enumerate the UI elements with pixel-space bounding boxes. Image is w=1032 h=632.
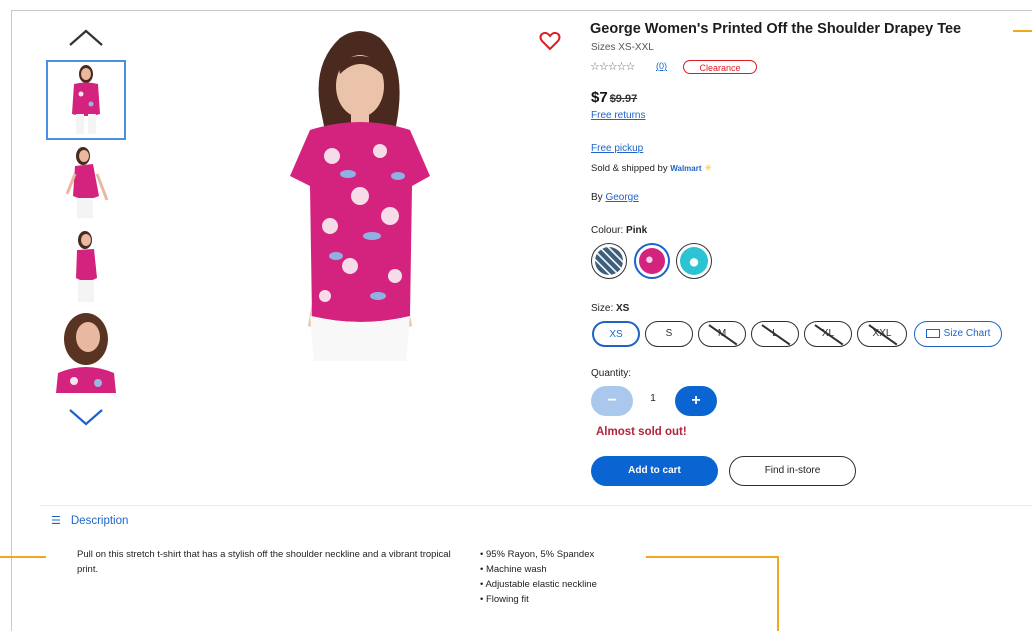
bullet-item: Machine wash (480, 562, 597, 577)
size-chart-label: Size Chart (943, 328, 991, 339)
list-icon: ☰ (51, 515, 61, 527)
spark-icon: ✳ (704, 163, 713, 174)
size-xs-label: XS (609, 329, 623, 340)
current-price: $7 (591, 89, 608, 106)
clearance-badge: Clearance (683, 60, 757, 74)
sizes-range: Sizes XS-XXL (591, 42, 654, 53)
swatch-navy[interactable] (591, 243, 627, 279)
size-s-label: S (665, 328, 673, 339)
quantity-decrease-button[interactable]: − (591, 386, 633, 416)
product-title: George Women's Printed Off the Shoulder … (590, 21, 962, 37)
ruler-icon (925, 328, 940, 338)
rating-stars[interactable]: ☆☆☆☆☆ (590, 60, 635, 73)
size-label-text: Size: (591, 303, 614, 314)
size-l[interactable]: L (751, 321, 799, 347)
quantity-label: Quantity: (591, 368, 632, 379)
thumbnail-2[interactable] (46, 142, 126, 222)
bullet-item: Flowing fit (480, 592, 597, 607)
callout-line-description (0, 556, 46, 558)
swatch-turquoise[interactable] (676, 243, 712, 279)
callout-line-title (1013, 30, 1032, 32)
walmart-logo: Walmart (670, 164, 702, 173)
old-price: $9.97 (609, 93, 638, 105)
brand-link[interactable]: George (605, 192, 638, 203)
thumbnail-1[interactable] (46, 60, 126, 140)
quantity-increase-button[interactable]: + (675, 386, 717, 416)
review-count-link[interactable]: (0) (656, 61, 667, 71)
size-m[interactable]: M (698, 321, 746, 347)
free-pickup-link[interactable]: Free pickup (591, 143, 643, 154)
callout-line-bullets (646, 556, 779, 558)
description-heading: Description (70, 515, 129, 527)
sold-by: Sold & shipped by Walmart ✳ (591, 163, 712, 174)
stock-status: Almost sold out! (596, 426, 687, 438)
find-in-store-button[interactable]: Find in-store (729, 456, 856, 486)
size-xs[interactable]: XS (592, 321, 640, 347)
description-bullets: 95% Rayon, 5% Spandex Machine wash Adjus… (480, 547, 597, 607)
size-value: XS (616, 303, 630, 314)
callout-line-bullets-vertical (777, 556, 779, 631)
description-text: Pull on this stretch t-shirt that has a … (77, 549, 451, 575)
brand-line: By George (591, 192, 639, 203)
thumbnail-4[interactable] (46, 313, 126, 393)
size-xl[interactable]: XL (804, 321, 852, 347)
chevron-up-icon[interactable] (66, 26, 106, 48)
product-main-image (280, 26, 440, 361)
price: $7 $9.97 (591, 89, 637, 106)
size-chart-button[interactable]: Size Chart (914, 321, 1002, 347)
colour-label-text: Colour: (591, 225, 624, 236)
colour-value: Pink (626, 225, 648, 236)
bullet-item: Adjustable elastic neckline (480, 577, 596, 592)
description-toggle[interactable]: ☰ Description (51, 514, 128, 527)
size-label: Size: XS (591, 303, 629, 314)
swatch-pink[interactable] (634, 243, 670, 279)
add-to-cart-button[interactable]: Add to cart (591, 456, 718, 486)
chevron-down-icon[interactable] (66, 406, 106, 428)
bullet-item: 95% Rayon, 5% Spandex (480, 547, 597, 562)
brand-prefix: By (591, 192, 603, 203)
free-returns-link[interactable]: Free returns (591, 110, 645, 121)
size-s[interactable]: S (645, 321, 693, 347)
sold-by-text: Sold & shipped by (591, 163, 668, 174)
heart-icon[interactable] (539, 31, 561, 51)
size-xxl[interactable]: XXL (857, 321, 907, 347)
colour-label: Colour: Pink (591, 225, 647, 236)
thumbnail-3[interactable] (46, 226, 126, 306)
quantity-value[interactable]: 1 (640, 393, 666, 404)
